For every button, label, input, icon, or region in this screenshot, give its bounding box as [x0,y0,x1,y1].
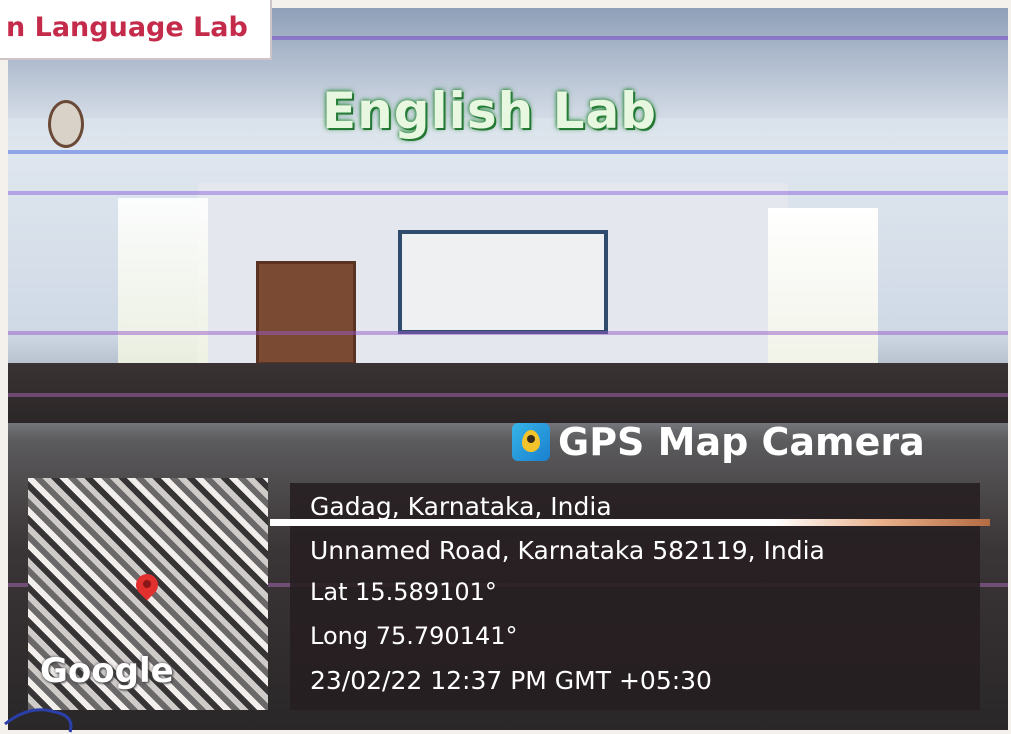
scanline [8,191,1008,195]
lab-badge: n Language Lab [0,0,272,60]
wall-clock [48,100,84,148]
gps-brand-label: GPS Map Camera [558,420,925,464]
map-pin-icon [136,574,158,602]
location-place: Gadag, Karnataka, India [310,492,612,521]
scanline [8,150,1008,154]
lab-badge-label: n Language Lab [6,12,248,43]
location-address: Unnamed Road, Karnataka 582119, India [310,536,825,565]
gps-brand: GPS Map Camera [512,420,925,464]
latitude: Lat 15.589101° [310,578,497,606]
scanline [8,393,1008,397]
longitude: Long 75.790141° [310,622,518,650]
gps-map-camera-icon [512,423,550,461]
cupboard [256,261,356,365]
pen-stroke [4,708,73,733]
right-window [768,208,878,378]
google-attribution: Google [40,651,174,691]
left-window [118,198,208,368]
timestamp: 23/02/22 12:37 PM GMT +05:30 [310,666,712,695]
room-title: English Lab [322,82,657,140]
scanline [8,331,1008,335]
whiteboard [398,230,608,334]
